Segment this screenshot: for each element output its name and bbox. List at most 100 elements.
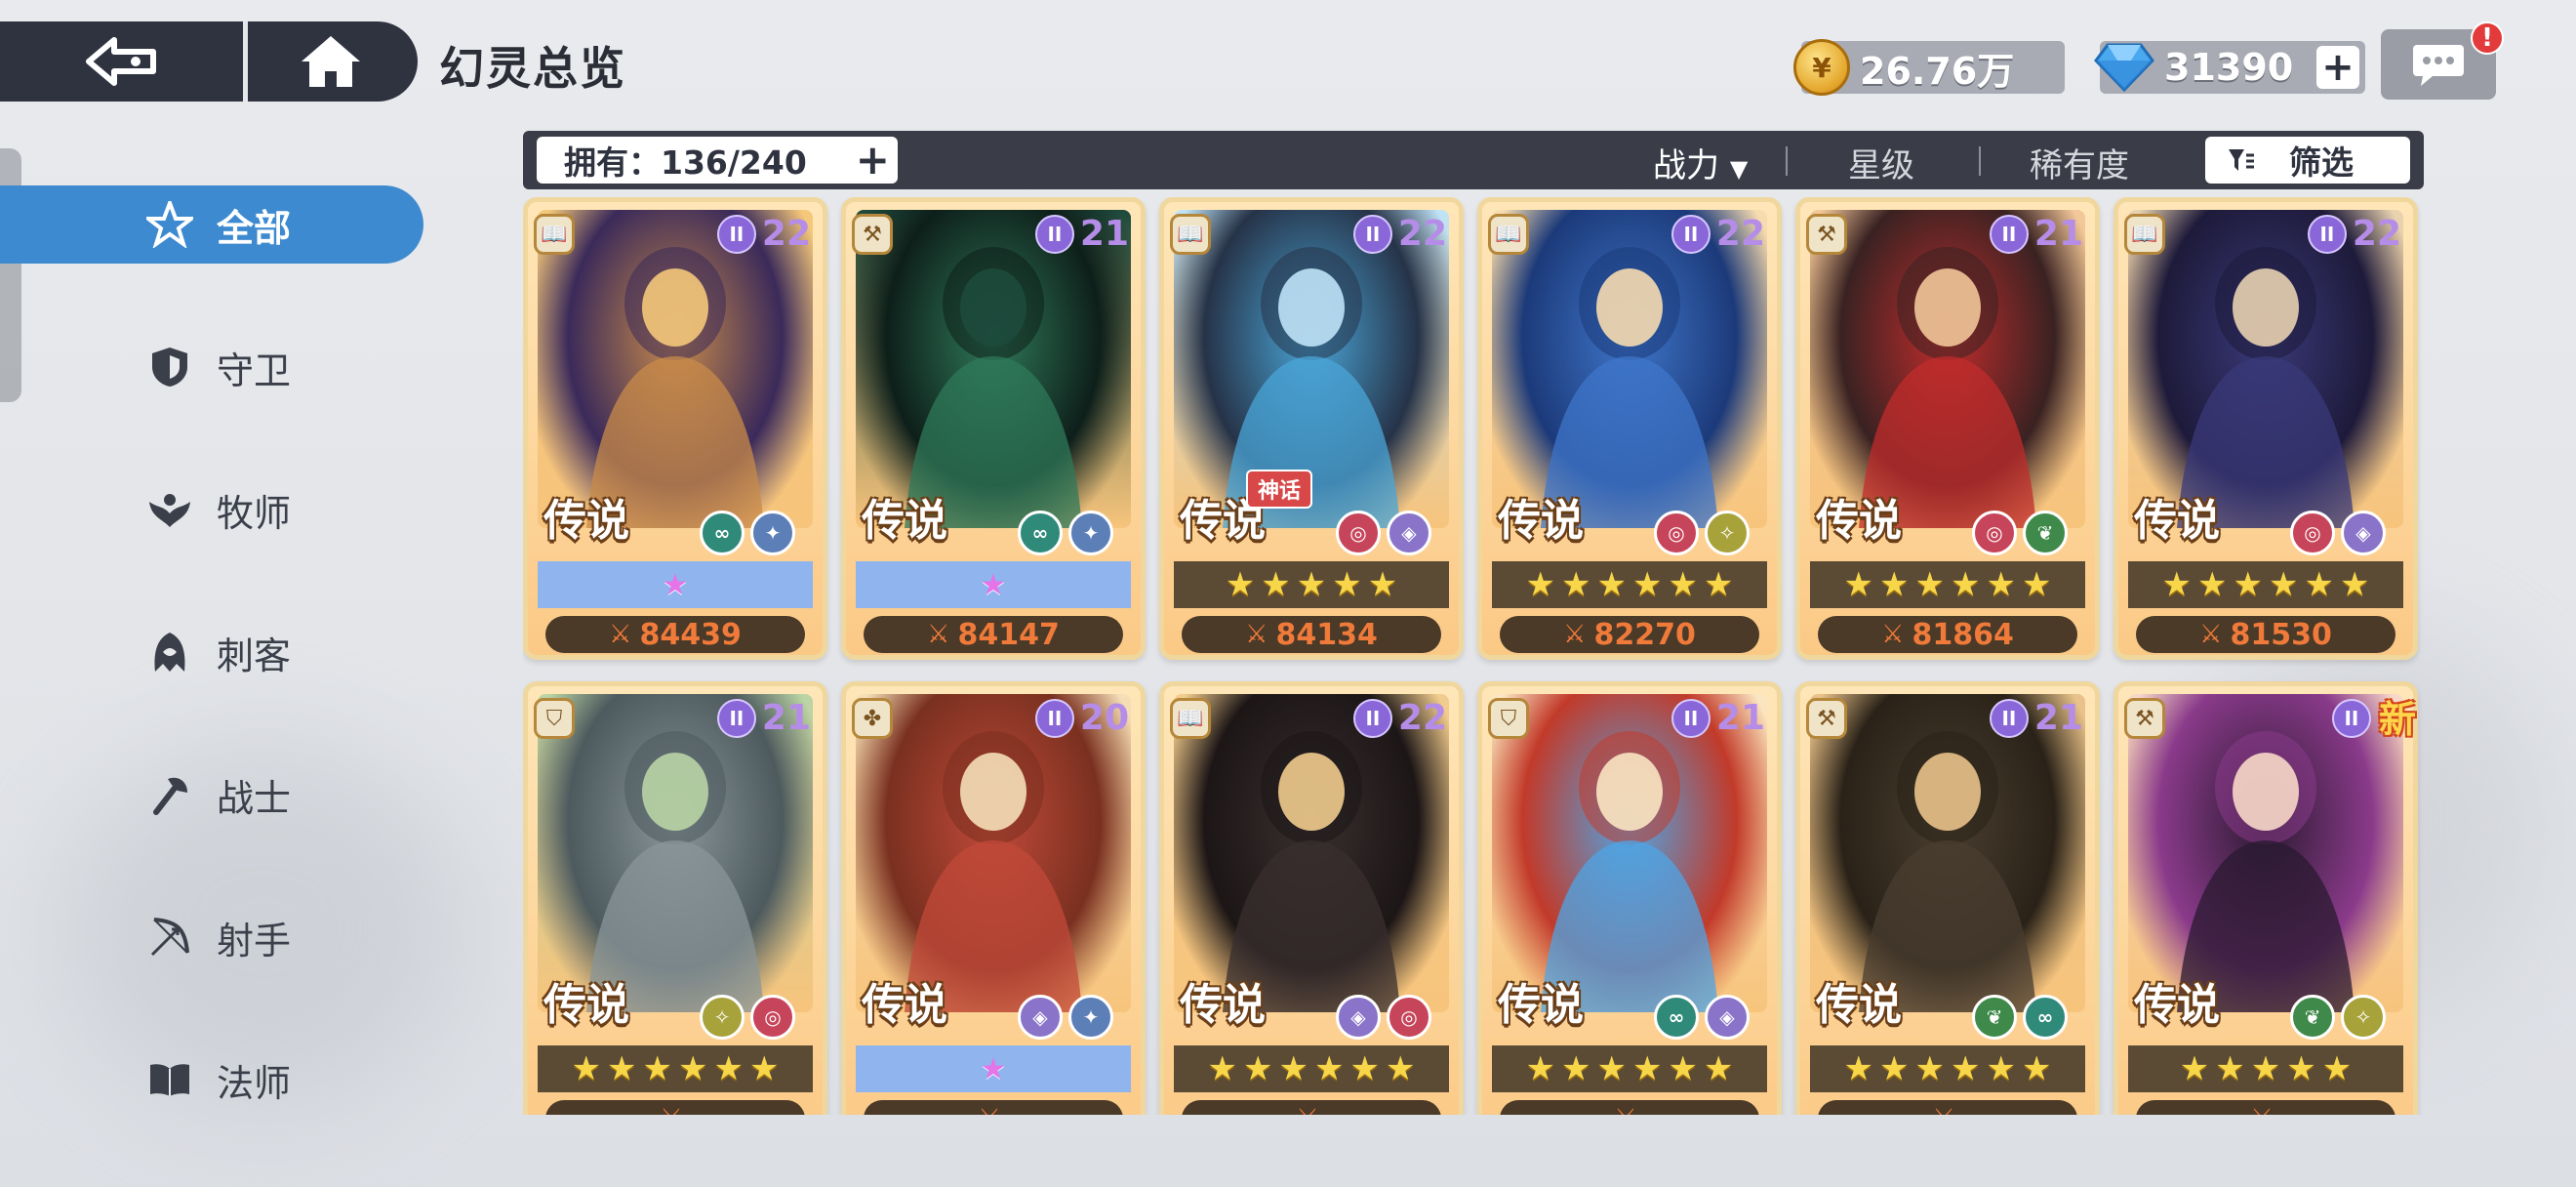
- purple-star-icon: ★: [980, 1051, 1007, 1086]
- chat-button[interactable]: !: [2381, 21, 2504, 100]
- crossed-swords-icon: ⚔: [1296, 1104, 1318, 1115]
- hero-level-value: 22: [1397, 698, 1447, 738]
- hero-card[interactable]: 📖 II 22 神话 传说 ◎ ◈ ★ ★ ★ ★ ★ ⚔ 84134: [1159, 197, 1464, 660]
- advance-tier-icon: II: [1352, 698, 1392, 738]
- gold-star-icon: ★: [1914, 565, 1945, 604]
- gold-star-icon: ★: [1951, 1049, 1981, 1088]
- gold-star-icon: ★: [1525, 565, 1556, 604]
- gold-star-icon: ★: [1703, 1049, 1734, 1088]
- filter-button[interactable]: 筛选: [2205, 137, 2410, 184]
- warrior-class-icon: ⚒: [2124, 698, 2165, 739]
- myth-tag: 神话: [1246, 470, 1313, 509]
- gold-star-icon: ★: [678, 1049, 708, 1088]
- expand-slots-plus-icon[interactable]: +: [856, 140, 890, 181]
- sort-power-button[interactable]: 战力 ▼: [1653, 139, 1748, 186]
- hero-silhouette: [905, 731, 1082, 1012]
- rarity-label: 传说: [1816, 496, 1902, 546]
- back-arrow-icon: [85, 37, 156, 86]
- back-button[interactable]: [0, 21, 248, 102]
- sidebar-item-priest[interactable]: 牧师: [0, 471, 429, 549]
- crossed-swords-icon: ⚔: [1881, 620, 1905, 649]
- void-element-icon: ◈: [1018, 995, 1063, 1040]
- hero-card[interactable]: ⚒ II 21 传说 ◎ ❦ ★ ★ ★ ★ ★ ★ ⚔ 81864: [1795, 197, 2100, 660]
- ice-element-icon: ✦: [1068, 995, 1113, 1040]
- hero-level: II 20: [1034, 698, 1129, 738]
- priest-wings-icon: [146, 486, 193, 533]
- star-row: ★: [856, 561, 1131, 608]
- sidebar-item-label: 守卫: [217, 348, 292, 392]
- star-row: ★ ★ ★ ★ ★: [1174, 561, 1449, 608]
- gold-star-icon: ★: [2215, 1049, 2245, 1088]
- gold-star-icon: ★: [1314, 1049, 1345, 1088]
- hero-card[interactable]: ⚒II21传说❦∞★★★★★★⚔: [1795, 681, 2100, 1115]
- hero-card[interactable]: 📖II22传说◈◎★★★★★★⚔: [1159, 681, 1464, 1115]
- sidebar-item-mage[interactable]: 法师: [0, 1041, 429, 1119]
- mage-class-icon: 📖: [2124, 214, 2165, 255]
- sidebar-item-assassin[interactable]: 刺客: [0, 613, 429, 691]
- sidebar-item-label: 刺客: [217, 634, 292, 677]
- nav-pill: [0, 21, 418, 102]
- star-row: ★ ★ ★ ★ ★ ★: [1174, 1045, 1449, 1092]
- combat-power: ⚔: [1818, 1100, 2077, 1115]
- new-badge: 新: [2379, 698, 2417, 741]
- sort-rarity-button[interactable]: 稀有度: [2030, 139, 2129, 186]
- rarity-label: 传说: [2134, 496, 2220, 546]
- sidebar-item-label: 战士: [217, 776, 292, 820]
- hero-level: II 21: [1989, 698, 2083, 738]
- gold-star-icon: ★: [1261, 565, 1291, 604]
- combat-power-value: 81864: [1912, 617, 2014, 652]
- gold-resource[interactable]: ¥ 26.76万: [1793, 39, 2065, 96]
- hero-card[interactable]: 📖 II 22 传说 ◎ ◈ ★ ★ ★ ★ ★ ★ ⚔ 81530: [2113, 197, 2418, 660]
- divider: [1979, 146, 1981, 176]
- crossed-swords-icon: ⚔: [2250, 1104, 2273, 1115]
- hero-card[interactable]: 📖 II 22 传说 ◎ ✧ ★ ★ ★ ★ ★ ★ ⚔ 82270: [1477, 197, 1782, 660]
- gold-star-icon: ★: [1668, 565, 1698, 604]
- advance-tier-icon: II: [2307, 214, 2347, 254]
- sidebar-item-warrior[interactable]: 战士: [0, 756, 429, 834]
- sidebar-item-guard[interactable]: 守卫: [0, 328, 429, 406]
- sort-star-button[interactable]: 星级: [1848, 139, 1914, 186]
- hero-card[interactable]: ⛉II21传说✧◎★★★★★★⚔: [523, 681, 827, 1115]
- hero-silhouette: [2177, 247, 2355, 528]
- hero-portrait: [856, 694, 1131, 1012]
- wind-element-icon: ∞: [1018, 511, 1063, 555]
- advance-tier-icon: II: [716, 214, 756, 254]
- hero-level: II 21: [1670, 698, 1765, 738]
- warrior-class-icon: ⚒: [1806, 214, 1847, 255]
- advance-tier-icon: II: [1989, 698, 2029, 738]
- home-button[interactable]: [248, 21, 414, 102]
- sidebar-item-label: 射手: [217, 919, 292, 962]
- rarity-label: 传说: [862, 496, 947, 546]
- nature-element-icon: ❦: [2290, 995, 2335, 1040]
- star-row: ★: [856, 1045, 1131, 1092]
- hero-portrait: [1810, 694, 2085, 1012]
- sidebar-item-label: 全部: [217, 206, 292, 250]
- light-element-icon: ✧: [700, 995, 745, 1040]
- hero-portrait: [1810, 210, 2085, 528]
- gold-star-icon: ★: [2269, 565, 2299, 604]
- hero-card[interactable]: ⚒II2传说❦✧★★★★★⚔: [2113, 681, 2418, 1115]
- hero-card[interactable]: 📖 II 22 传说 ∞ ✦ ★ ⚔ 84439: [523, 197, 827, 660]
- void-element-icon: ◈: [1705, 995, 1750, 1040]
- purple-star-icon: ★: [980, 567, 1007, 602]
- home-icon: [302, 36, 360, 87]
- hero-card[interactable]: ⚒ II 21 传说 ∞ ✦ ★ ⚔ 84147: [841, 197, 1146, 660]
- hero-silhouette: [1541, 731, 1718, 1012]
- combat-power: ⚔: [545, 1100, 805, 1115]
- hero-card[interactable]: ✤ II20 传说 ◈✦ ★ ⚔: [841, 681, 1146, 1115]
- hero-card[interactable]: ⛉II21传说∞◈★★★★★★⚔: [1477, 681, 1782, 1115]
- fire-element-icon: ◎: [2290, 511, 2335, 555]
- add-diamond-button[interactable]: +: [2316, 46, 2359, 89]
- gold-star-icon: ★: [1632, 565, 1663, 604]
- rarity-label: 传说: [2134, 980, 2220, 1030]
- owned-count-box[interactable]: 拥有：136/240 +: [537, 137, 898, 184]
- combat-power: ⚔: [2136, 1100, 2395, 1115]
- gold-star-icon: ★: [2250, 1049, 2281, 1088]
- sidebar-item-all[interactable]: 全部: [0, 185, 423, 264]
- gold-star-icon: ★: [2233, 565, 2263, 604]
- fire-element-icon: ◎: [1972, 511, 2017, 555]
- sidebar-item-archer[interactable]: 射手: [0, 898, 429, 976]
- gold-value: 26.76万: [1860, 49, 2015, 93]
- hero-level-value: 21: [761, 698, 811, 738]
- diamond-resource[interactable]: 31390 +: [2094, 41, 2365, 94]
